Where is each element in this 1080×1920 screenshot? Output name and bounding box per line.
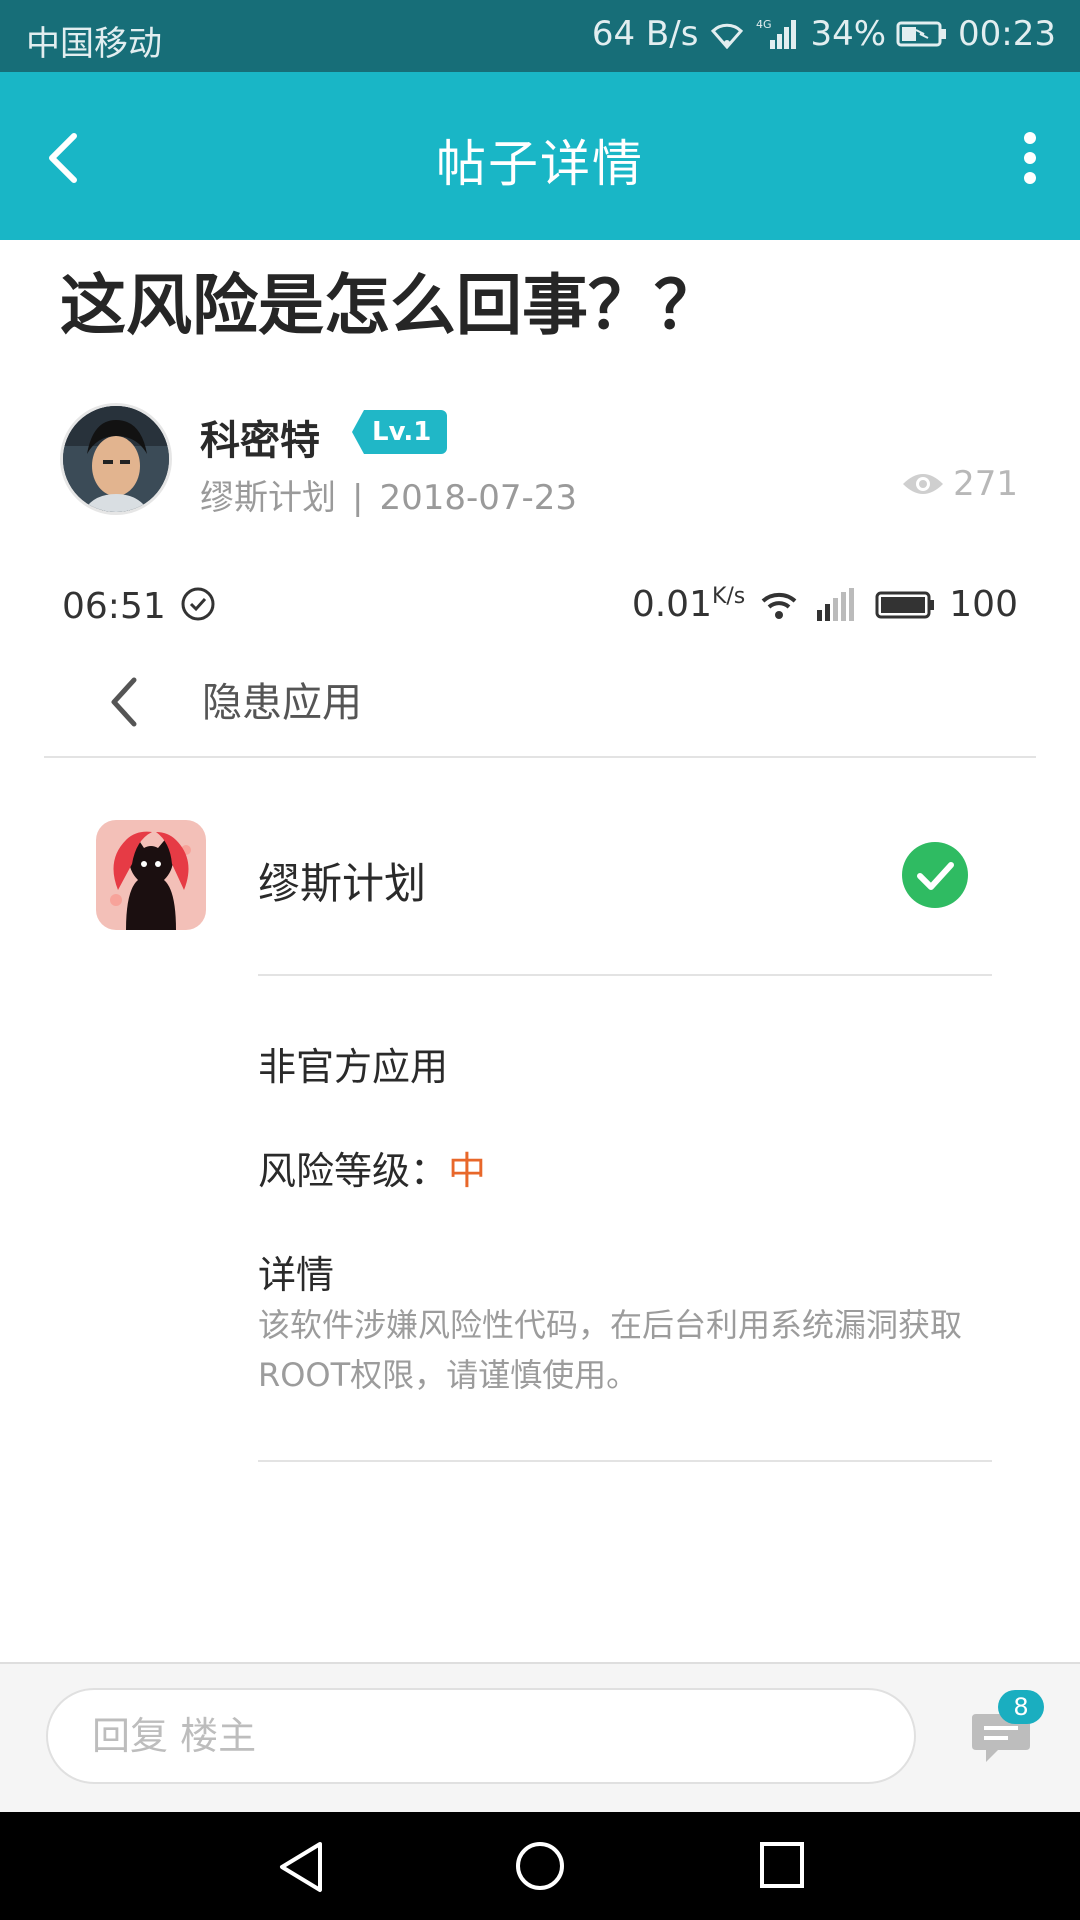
signal-icon: 4G: [756, 18, 800, 50]
network-speed: 64 B/s: [591, 14, 699, 54]
clock: 00:23: [958, 14, 1056, 54]
screenshot-battery: 100: [949, 584, 1018, 625]
risk-level-value: 中: [448, 1149, 487, 1193]
carrier-label: 中国移动: [26, 24, 162, 64]
post-title: 这风险是怎么回事？？: [60, 267, 720, 344]
wifi-icon: [708, 19, 746, 49]
check-icon[interactable]: [902, 842, 968, 908]
detail-text: 该软件涉嫌风险性代码，在后台利用系统漏洞获取ROOT权限，请谨慎使用。: [258, 1306, 963, 1394]
level-badge: Lv.1: [352, 410, 448, 454]
signal-icon: [817, 587, 855, 621]
nav-recents-icon: [760, 1842, 804, 1888]
risk-level-row: 风险等级：中: [258, 1140, 486, 1195]
meta-separator: |: [352, 478, 364, 518]
nav-back-icon: [280, 1842, 322, 1892]
screenshot-title: 隐患应用: [202, 680, 362, 726]
reply-bar: 回复 楼主 8: [0, 1662, 1080, 1814]
view-count-value: 271: [953, 464, 1018, 504]
screenshot-back-button[interactable]: [106, 676, 140, 732]
battery-icon: [875, 591, 935, 618]
detail-heading: 详情: [258, 1253, 335, 1297]
check-circle-icon: [180, 586, 216, 631]
post-date: 2018-07-23: [379, 478, 578, 518]
eye-icon: [903, 474, 944, 494]
post-meta: 缪斯计划 | 2018-07-23: [200, 470, 577, 519]
nav-recents-button[interactable]: [758, 1840, 806, 1894]
more-button[interactable]: [1020, 130, 1040, 186]
more-icon: [1024, 132, 1036, 184]
nav-back-button[interactable]: [276, 1840, 326, 1898]
view-count: 271: [901, 464, 1018, 504]
battery-charging-icon: [896, 20, 948, 48]
app-type: 非官方应用: [258, 1045, 449, 1089]
app-header: 帖子详情: [0, 72, 1080, 240]
system-nav-bar: [0, 1812, 1080, 1920]
app-icon: [96, 820, 206, 930]
screenshot-clock: 06:51: [62, 586, 166, 627]
avatar[interactable]: [60, 403, 172, 515]
divider: [258, 974, 992, 976]
wifi-icon: [761, 592, 797, 619]
page-title: 帖子详情: [436, 135, 644, 193]
app-name: 缪斯计划: [258, 859, 427, 908]
author-name[interactable]: 科密特: [200, 408, 320, 466]
nav-home-button[interactable]: [514, 1840, 566, 1896]
network-type: 4G: [756, 18, 772, 31]
reply-input[interactable]: 回复 楼主: [46, 1688, 916, 1784]
divider: [258, 1460, 992, 1462]
screenshot-status-bar: 06:51 0.01K/s 100: [62, 582, 1018, 632]
status-bar: 中国移动 64 B/s 4G 34% 00:23: [0, 0, 1080, 72]
nav-home-icon: [516, 1842, 564, 1890]
battery-percent: 34%: [810, 14, 887, 54]
post-source[interactable]: 缪斯计划: [200, 478, 336, 518]
screenshot-header: 隐患应用: [44, 650, 1036, 758]
screenshot-speed: 0.01K/s: [631, 584, 746, 625]
comment-count-badge: 8: [998, 1690, 1044, 1724]
risk-label: 风险等级：: [258, 1149, 449, 1193]
back-icon: [111, 677, 137, 727]
